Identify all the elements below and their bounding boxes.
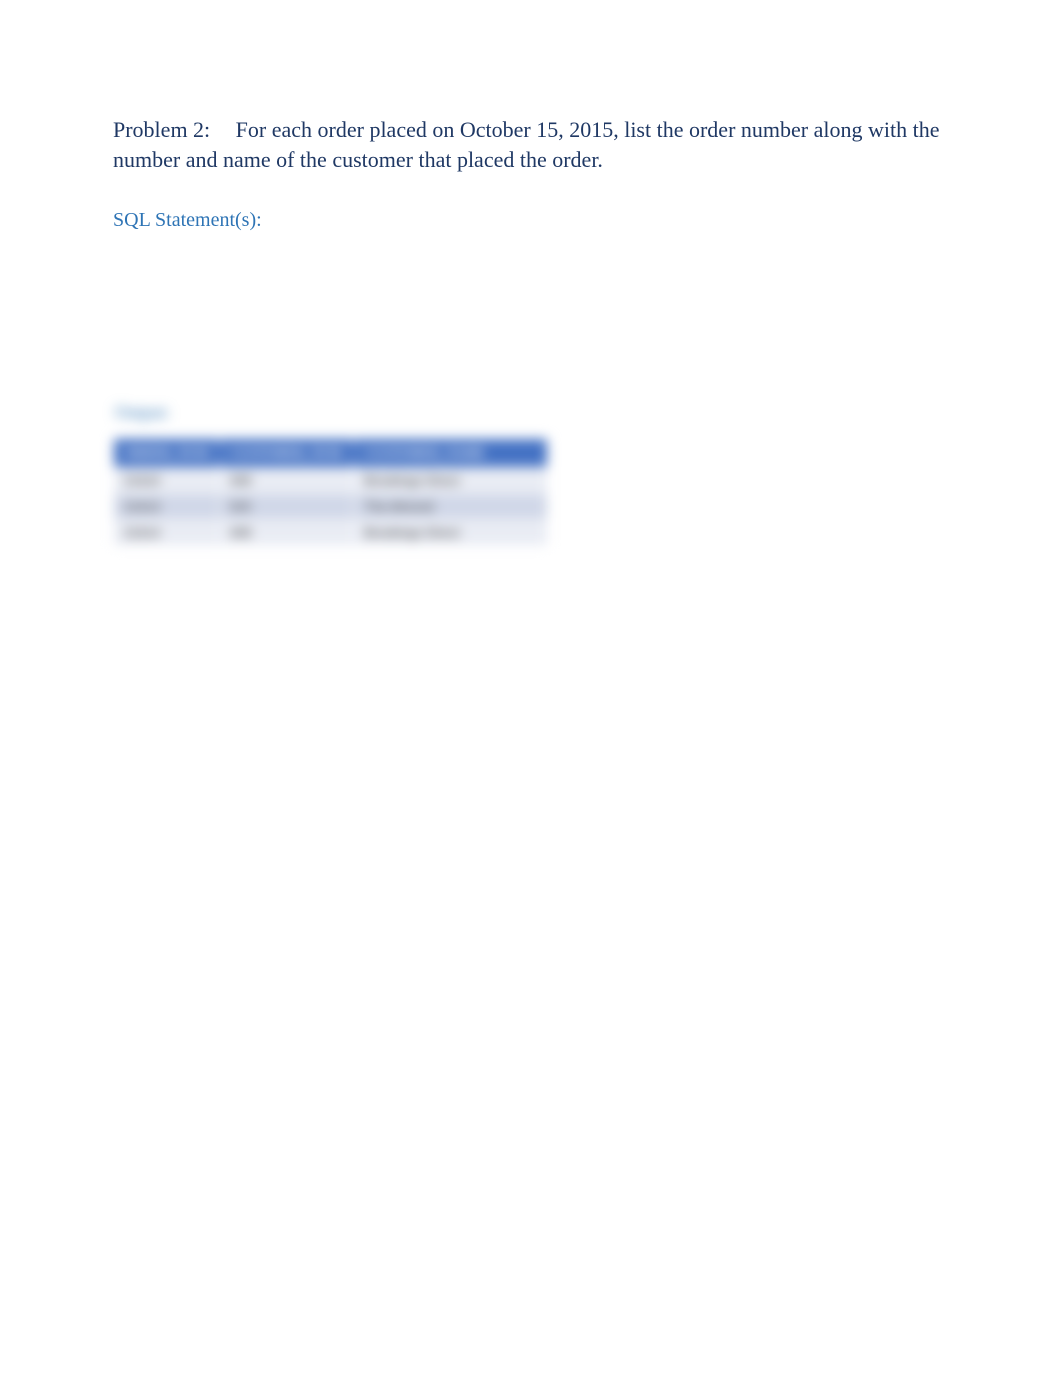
table-row: 21610 408 Brookings Direct (114, 468, 548, 494)
table-cell: 525 (219, 494, 354, 520)
table-header: CUSTOMER_NAME (354, 439, 548, 468)
sql-statements-label: SQL Statement(s): (113, 209, 949, 232)
problem-statement: Problem 2: For each order placed on Octo… (113, 115, 949, 174)
table-header: CUSTOMER_NUM (219, 439, 354, 468)
table-cell: 408 (219, 520, 354, 546)
output-label: Output: (113, 402, 949, 423)
table-cell: The Almond (354, 494, 548, 520)
table-cell: 408 (219, 468, 354, 494)
table-header: ORDER_NUM (114, 439, 220, 468)
table-header-row: ORDER_NUM CUSTOMER_NUM CUSTOMER_NAME (114, 439, 548, 468)
table-cell: Brookings Direct (354, 520, 548, 546)
table-cell: 21610 (114, 468, 220, 494)
problem-label: Problem 2: (113, 117, 210, 142)
table-row: 21614 408 Brookings Direct (114, 520, 548, 546)
table-cell: 21613 (114, 494, 220, 520)
output-section: Output: ORDER_NUM CUSTOMER_NUM CUSTOMER_… (113, 402, 949, 546)
table-cell: Brookings Direct (354, 468, 548, 494)
results-table: ORDER_NUM CUSTOMER_NUM CUSTOMER_NAME 216… (113, 438, 548, 546)
problem-text: For each order placed on October 15, 201… (113, 117, 939, 172)
table-cell: 21614 (114, 520, 220, 546)
table-row: 21613 525 The Almond (114, 494, 548, 520)
